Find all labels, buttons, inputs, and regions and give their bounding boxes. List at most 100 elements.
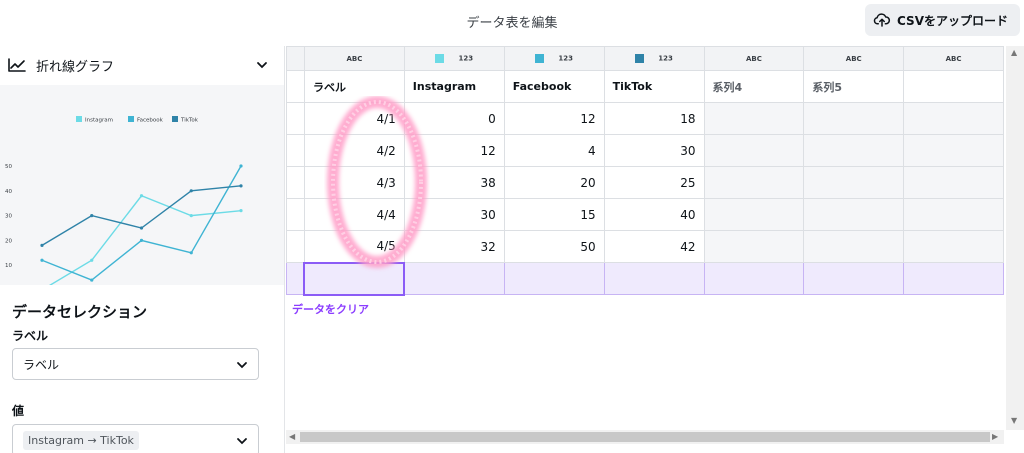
data-cell[interactable]: 4/5 bbox=[303, 230, 405, 263]
empty-cell[interactable] bbox=[503, 262, 605, 295]
data-cell[interactable]: 42 bbox=[603, 230, 705, 263]
row-gutter bbox=[286, 198, 305, 231]
empty-cell[interactable] bbox=[903, 262, 1004, 295]
empty-cell[interactable] bbox=[903, 102, 1004, 135]
empty-cell[interactable] bbox=[703, 198, 805, 231]
chevron-down-icon bbox=[237, 438, 247, 445]
data-cell[interactable]: 20 bbox=[503, 166, 605, 199]
empty-cell[interactable] bbox=[703, 230, 805, 263]
data-cell[interactable]: 30 bbox=[603, 134, 705, 167]
data-point bbox=[239, 209, 243, 213]
column-type-cell[interactable]: ABC bbox=[803, 46, 905, 71]
legend-swatch bbox=[128, 116, 134, 122]
cloud-upload-icon bbox=[873, 13, 891, 27]
chart-type-selector[interactable]: 折れ線グラフ bbox=[0, 46, 284, 84]
data-cell[interactable]: 4/4 bbox=[303, 198, 405, 231]
horizontal-scrollbar[interactable]: ◀ ▶ bbox=[286, 430, 1004, 444]
data-cell[interactable]: 32 bbox=[403, 230, 505, 263]
empty-cell[interactable] bbox=[903, 134, 1004, 167]
corner-cell bbox=[286, 46, 305, 71]
series-color-swatch[interactable] bbox=[435, 54, 445, 63]
y-tick-label: 30 bbox=[5, 214, 12, 220]
scroll-left-arrow-icon[interactable]: ◀ bbox=[289, 432, 295, 441]
empty-cell[interactable] bbox=[803, 198, 905, 231]
data-point bbox=[90, 258, 94, 262]
column-type-cell[interactable]: 123 bbox=[503, 46, 605, 71]
column-type-row: ABC 123 123 123 ABC ABC ABC bbox=[286, 46, 1004, 71]
empty-cell[interactable] bbox=[803, 166, 905, 199]
data-cell[interactable]: 38 bbox=[403, 166, 505, 199]
empty-cell[interactable] bbox=[703, 134, 805, 167]
upload-csv-button[interactable]: CSVをアップロード bbox=[865, 4, 1020, 36]
series-color-swatch[interactable] bbox=[635, 54, 645, 63]
data-cell[interactable]: 12 bbox=[503, 102, 605, 135]
data-selection-title: データセレクション bbox=[12, 303, 148, 321]
data-cell[interactable]: 4/2 bbox=[303, 134, 405, 167]
data-cell[interactable]: 4/1 bbox=[303, 102, 405, 135]
empty-cell[interactable] bbox=[703, 166, 805, 199]
data-cell[interactable]: 4 bbox=[503, 134, 605, 167]
column-type-cell[interactable]: ABC bbox=[903, 46, 1004, 71]
column-type-cell[interactable]: 123 bbox=[603, 46, 705, 71]
data-point bbox=[239, 164, 243, 168]
value-select[interactable]: Instagram → TikTok bbox=[12, 424, 259, 453]
empty-cell[interactable] bbox=[903, 230, 1004, 263]
data-cell[interactable]: 4/3 bbox=[303, 166, 405, 199]
column-type-cell[interactable]: ABC bbox=[703, 46, 805, 71]
header-cell[interactable]: 系列4 bbox=[703, 70, 805, 103]
data-cell[interactable]: 18 bbox=[603, 102, 705, 135]
empty-cell[interactable] bbox=[903, 198, 1004, 231]
line-chart-icon bbox=[8, 58, 26, 72]
data-cell[interactable]: 0 bbox=[403, 102, 505, 135]
empty-cell[interactable] bbox=[803, 262, 905, 295]
empty-cell[interactable] bbox=[403, 262, 505, 295]
column-type-label: ABC bbox=[945, 54, 962, 63]
upload-csv-label: CSVをアップロード bbox=[897, 13, 1008, 28]
table-row: 4/1 0 12 18 bbox=[286, 102, 1004, 135]
header-cell[interactable]: TikTok bbox=[603, 70, 705, 103]
header-cell[interactable]: 系列5 bbox=[803, 70, 905, 103]
vertical-scrollbar[interactable]: ▲ ▼ bbox=[1006, 46, 1024, 430]
empty-cell[interactable] bbox=[703, 262, 805, 295]
column-type-cell[interactable]: ABC bbox=[303, 46, 405, 71]
empty-cell[interactable] bbox=[803, 102, 905, 135]
row-gutter bbox=[286, 166, 305, 199]
active-cell[interactable] bbox=[303, 261, 406, 296]
scroll-down-arrow-icon[interactable]: ▼ bbox=[1011, 416, 1017, 425]
header-cell[interactable]: Instagram bbox=[403, 70, 505, 103]
header-cell[interactable]: ラベル bbox=[303, 70, 405, 103]
data-cell[interactable]: 25 bbox=[603, 166, 705, 199]
row-gutter bbox=[286, 230, 305, 263]
empty-cell[interactable] bbox=[803, 230, 905, 263]
data-grid: ABC 123 123 123 ABC ABC ABC ラベル Instagram Faceboo… bbox=[286, 46, 1004, 430]
legend-swatch bbox=[76, 116, 82, 122]
column-type-cell[interactable]: 123 bbox=[403, 46, 505, 71]
label-select-value: ラベル bbox=[23, 357, 60, 372]
horizontal-scroll-thumb[interactable] bbox=[300, 432, 990, 442]
data-point bbox=[90, 214, 94, 218]
data-cell[interactable]: 40 bbox=[603, 198, 705, 231]
empty-cell[interactable] bbox=[803, 134, 905, 167]
series-color-swatch[interactable] bbox=[535, 54, 545, 63]
scroll-up-arrow-icon[interactable]: ▲ bbox=[1011, 48, 1017, 57]
data-point bbox=[40, 258, 44, 262]
scroll-right-arrow-icon[interactable]: ▶ bbox=[992, 432, 998, 441]
y-tick-label: 50 bbox=[5, 164, 12, 170]
data-cell[interactable]: 50 bbox=[503, 230, 605, 263]
data-cell[interactable]: 30 bbox=[403, 198, 505, 231]
header-cell[interactable]: Facebook bbox=[503, 70, 605, 103]
data-cell[interactable]: 12 bbox=[403, 134, 505, 167]
header-cell[interactable] bbox=[903, 70, 1004, 103]
data-cell[interactable]: 15 bbox=[503, 198, 605, 231]
legend-label: Instagram bbox=[85, 118, 113, 124]
row-gutter bbox=[286, 70, 305, 103]
column-type-label: ABC bbox=[346, 54, 363, 63]
clear-data-link[interactable]: データをクリア bbox=[292, 301, 369, 317]
y-tick-label: 20 bbox=[5, 238, 12, 244]
empty-cell[interactable] bbox=[603, 262, 705, 295]
empty-cell[interactable] bbox=[703, 102, 805, 135]
table-row: 4/5 32 50 42 bbox=[286, 230, 1004, 263]
data-point bbox=[189, 189, 193, 193]
empty-cell[interactable] bbox=[903, 166, 1004, 199]
label-select[interactable]: ラベル bbox=[12, 348, 259, 380]
